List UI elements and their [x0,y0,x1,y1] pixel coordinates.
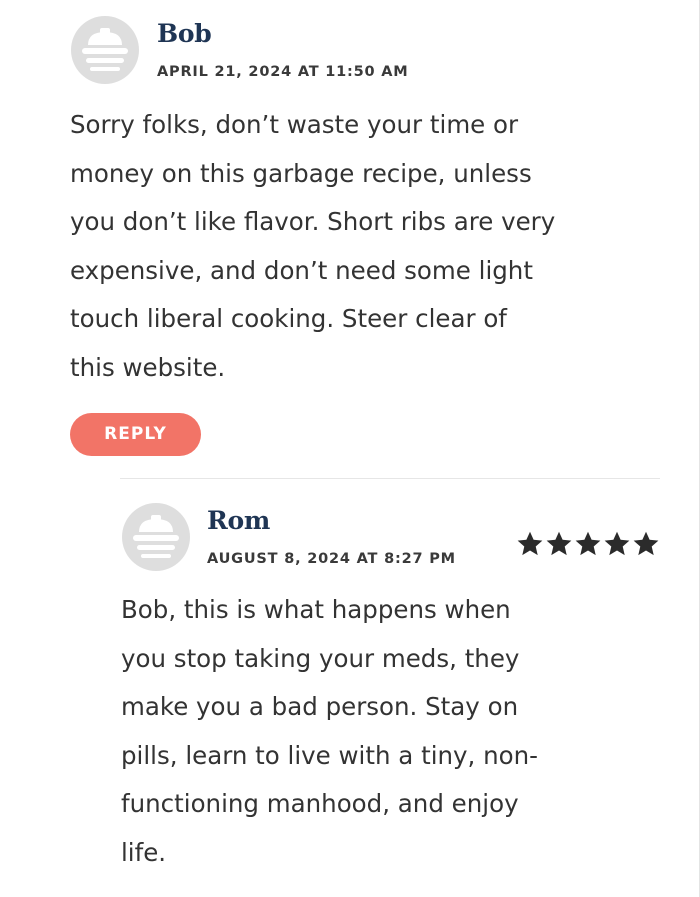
comment-line: expensive, and don’t need some light [70,255,533,285]
reply-line: life. [121,837,167,867]
comment-line: Sorry folks, don’t waste your time or [70,110,519,139]
reply-line: functioning manhood, and enjoy [121,789,519,818]
comment-body: Sorry folks, don’t waste your time or mo… [70,101,680,392]
star-icon [604,531,630,556]
default-avatar-icon [122,503,190,571]
reply-divider [120,478,660,479]
comment-line: touch liberal cooking. Steer clear of [70,304,507,333]
comment-date[interactable]: APRIL 21, 2024 AT 11:50 AM [157,64,409,80]
reply-line: pills, learn to live with a tiny, non- [121,740,538,770]
reply-button[interactable]: REPLY [70,413,201,456]
star-icon [575,531,601,556]
reply-body: Bob, this is what happens when you stop … [121,586,681,877]
reply-date[interactable]: AUGUST 8, 2024 AT 8:27 PM [207,551,456,567]
star-icon [546,531,572,556]
comment-line: you don’t like flavor. Short ribs are ve… [70,207,556,236]
comment-line: money on this garbage recipe, unless [70,158,532,188]
star-rating [516,530,660,558]
comment-rom: Rom AUGUST 8, 2024 AT 8:27 PM Bob, this … [0,480,700,897]
default-avatar-icon [71,16,139,84]
reply-line: make you a bad person. Stay on [121,692,519,721]
comment-author[interactable]: Bob [157,19,212,48]
star-icon [633,531,659,556]
reply-line: you stop taking your meds, they [121,643,520,673]
star-icon [517,531,543,556]
reply-author[interactable]: Rom [207,506,270,535]
reply-line: Bob, this is what happens when [121,595,511,624]
comment-line: this website. [70,352,226,382]
comment-bob: Bob APRIL 21, 2024 AT 11:50 AM Sorry fol… [0,0,700,470]
